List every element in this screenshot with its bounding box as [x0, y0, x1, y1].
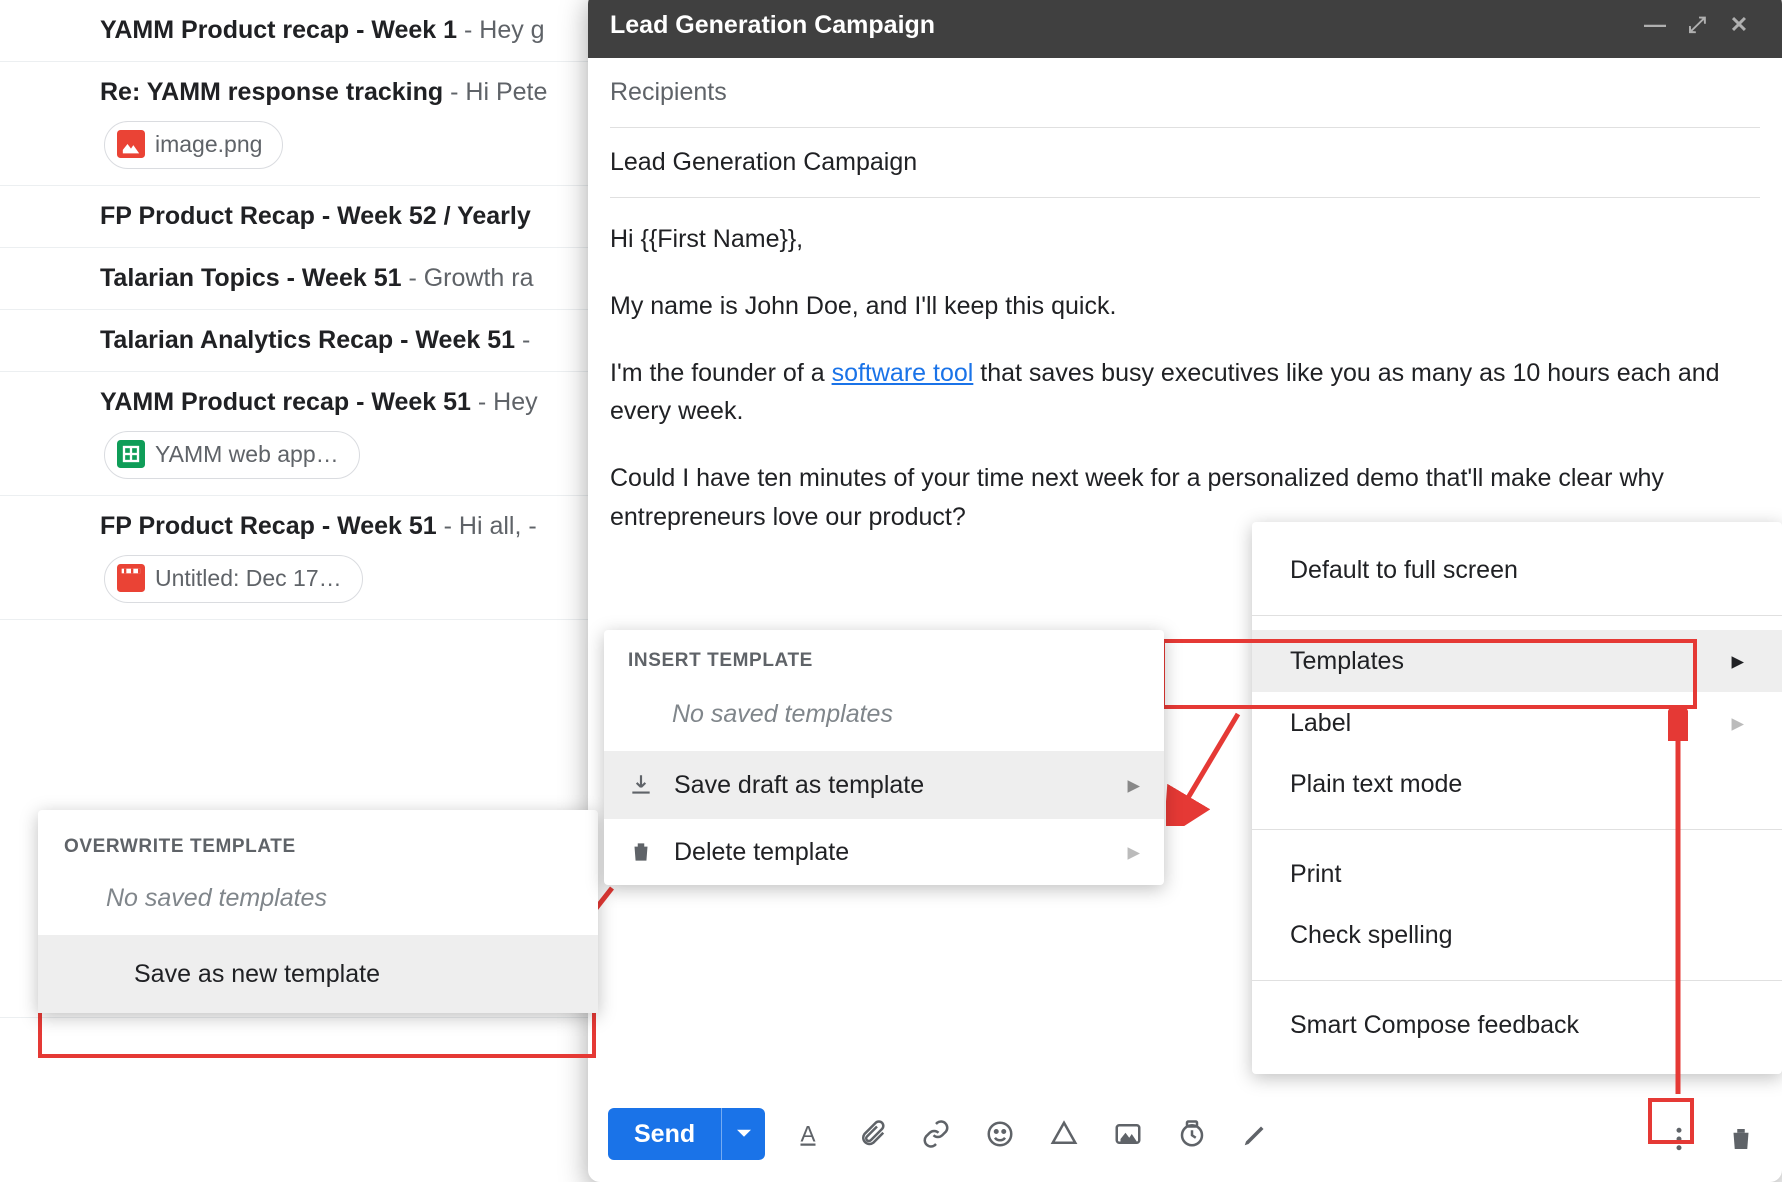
subject-field[interactable]: Lead Generation Campaign — [610, 128, 1760, 198]
format-icon[interactable]: A — [787, 1113, 829, 1155]
discard-icon[interactable] — [1720, 1118, 1762, 1160]
no-saved-templates: No saved templates — [604, 682, 1164, 751]
delete-template[interactable]: Delete template ▸ — [604, 818, 1164, 885]
close-icon[interactable]: ✕ — [1718, 12, 1760, 38]
compose-title: Lead Generation Campaign — [610, 11, 935, 40]
attachment-chip[interactable]: image.png — [104, 121, 283, 169]
templates-flyout: INSERT TEMPLATE No saved templates Save … — [604, 630, 1164, 885]
chevron-right-icon: ▸ — [1731, 708, 1744, 738]
menu-print[interactable]: Print — [1252, 844, 1782, 905]
image-icon — [117, 130, 145, 158]
chevron-right-icon: ▸ — [1731, 646, 1744, 676]
trash-icon — [628, 839, 654, 865]
software-tool-link[interactable]: software tool — [832, 359, 974, 387]
expand-icon[interactable]: ⤢ — [1676, 12, 1718, 38]
insert-template-header: INSERT TEMPLATE — [604, 630, 1164, 682]
overwrite-template-header: OVERWRITE TEMPLATE — [38, 810, 598, 868]
confidential-icon[interactable] — [1171, 1113, 1213, 1155]
menu-smart-compose[interactable]: Smart Compose feedback — [1252, 995, 1782, 1056]
menu-check-spelling[interactable]: Check spelling — [1252, 905, 1782, 966]
send-button[interactable]: Send — [608, 1108, 765, 1160]
link-icon[interactable] — [915, 1113, 957, 1155]
compose-toolbar: Send A — [608, 1108, 1762, 1160]
preview: - Hey g — [457, 16, 545, 44]
save-draft-as-template[interactable]: Save draft as template ▸ — [604, 751, 1164, 818]
emoji-icon[interactable] — [979, 1113, 1021, 1155]
more-options-button[interactable] — [1658, 1118, 1700, 1160]
menu-default-fullscreen[interactable]: Default to full screen — [1252, 540, 1782, 601]
save-as-new-template[interactable]: Save as new template — [38, 936, 598, 1013]
overwrite-no-saved: No saved templates — [38, 868, 598, 936]
send-dropdown[interactable] — [721, 1108, 765, 1160]
attachment-chip[interactable]: Untitled: Dec 17… — [104, 555, 363, 603]
attachment-chip[interactable]: YAMM web app… — [104, 431, 360, 479]
subject: YAMM Product recap - Week 1 — [100, 16, 457, 44]
chevron-right-icon: ▸ — [1127, 837, 1140, 867]
save-template-flyout: OVERWRITE TEMPLATE No saved templates Sa… — [38, 810, 598, 1013]
menu-templates[interactable]: Templates▸ — [1252, 630, 1782, 692]
menu-label[interactable]: Label▸ — [1252, 692, 1782, 754]
more-options-menu: Default to full screen Templates▸ Label▸… — [1252, 522, 1782, 1074]
compose-titlebar[interactable]: Lead Generation Campaign — ⤢ ✕ — [588, 0, 1782, 58]
minimize-icon[interactable]: — — [1634, 12, 1676, 38]
compose-window: Lead Generation Campaign — ⤢ ✕ Recipient… — [588, 0, 1782, 1182]
attach-icon[interactable] — [851, 1113, 893, 1155]
svg-text:A: A — [801, 1122, 816, 1147]
photo-icon[interactable] — [1107, 1113, 1149, 1155]
drive-icon[interactable] — [1043, 1113, 1085, 1155]
video-icon — [117, 564, 145, 592]
sheet-icon — [117, 440, 145, 468]
download-icon — [628, 772, 654, 798]
chevron-right-icon: ▸ — [1127, 770, 1140, 800]
compose-body[interactable]: Hi {{First Name}}, My name is John Doe, … — [610, 220, 1760, 537]
menu-plain-text[interactable]: Plain text mode — [1252, 754, 1782, 815]
recipients-field[interactable]: Recipients — [610, 58, 1760, 128]
pen-icon[interactable] — [1235, 1113, 1277, 1155]
